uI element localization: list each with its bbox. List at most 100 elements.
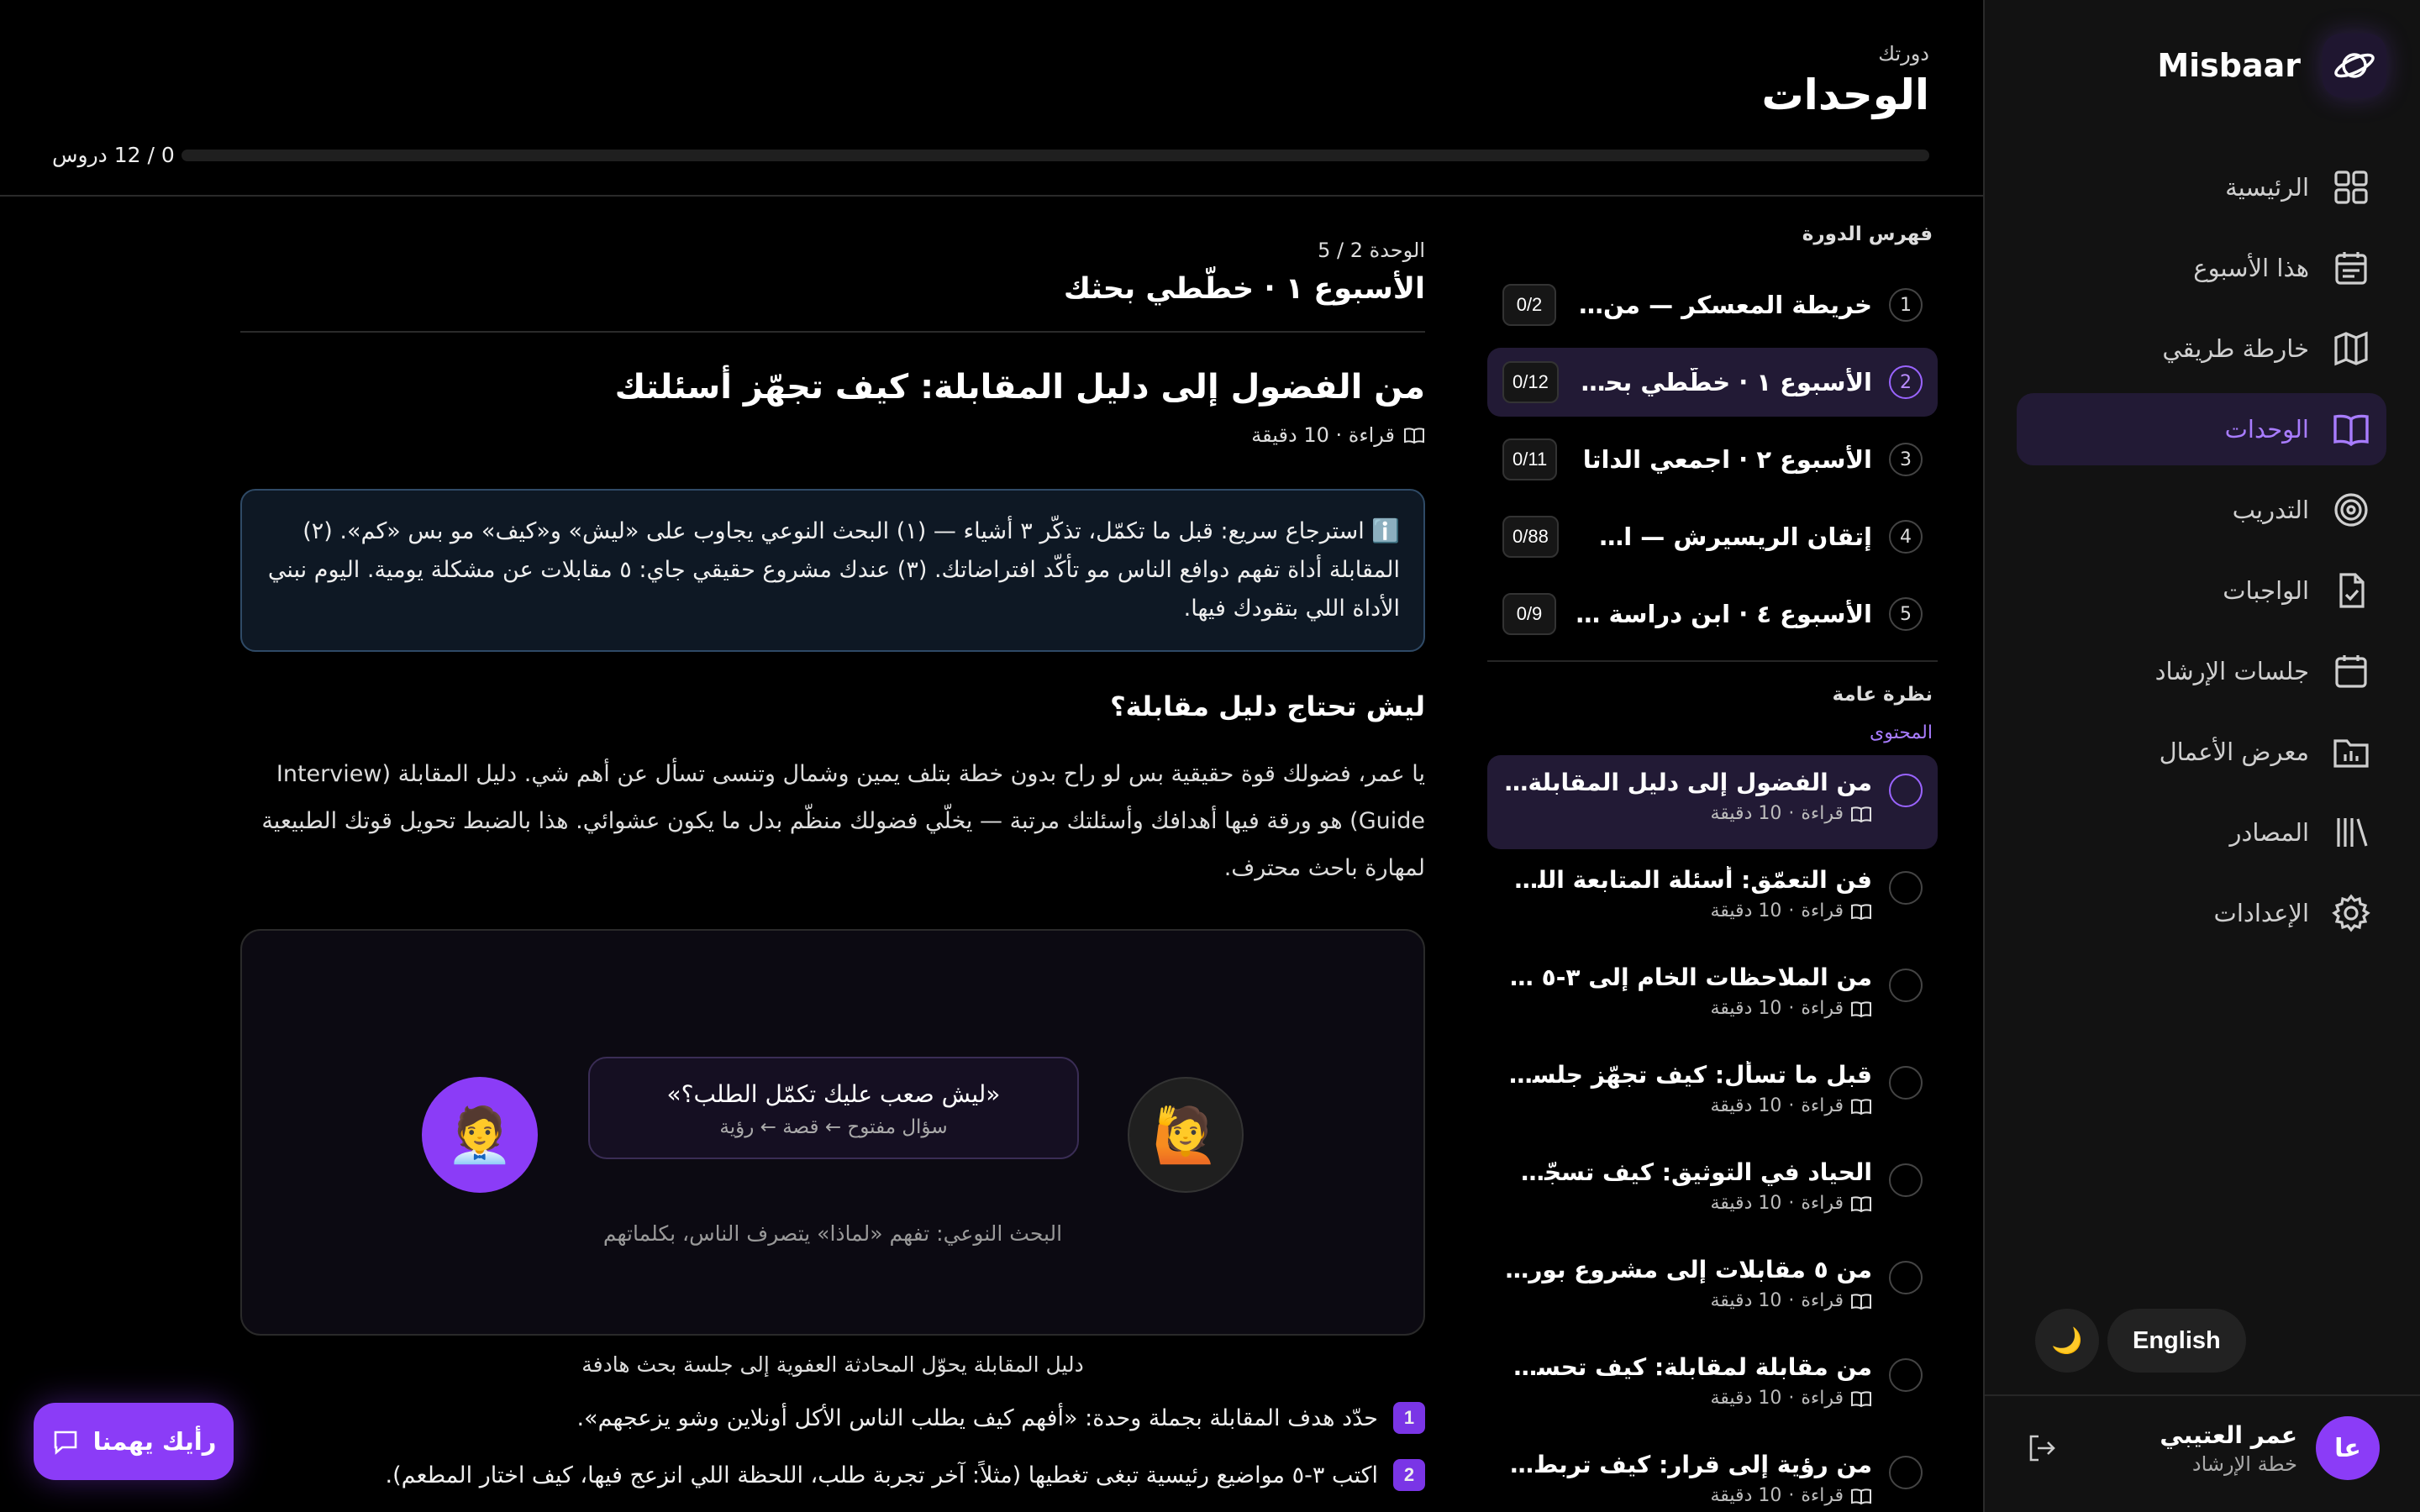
logout-icon[interactable] bbox=[2025, 1431, 2059, 1465]
unit-item[interactable]: 5 الأسبوع ٤ · ابنِ دراسة الحالة 0/9 bbox=[1487, 580, 1938, 648]
book-icon bbox=[1851, 1293, 1871, 1310]
nav-item-mentoring[interactable]: جلسات الإرشاد bbox=[2017, 635, 2386, 707]
brand[interactable]: Misbaar bbox=[2157, 34, 2386, 97]
unit-number: 4 bbox=[1889, 520, 1923, 554]
nav-item-label: الوحدات bbox=[2224, 415, 2309, 444]
page-title: الوحدات bbox=[1761, 71, 1929, 119]
calendar-week-icon bbox=[2335, 252, 2367, 285]
illustration-caption: البحث النوعي: تفهم «لماذا» يتصرف الناس، … bbox=[602, 1221, 1063, 1246]
lesson-item-active[interactable]: من الفضول إلى دليل المقابلة: كيف تجهّز أ… bbox=[1487, 755, 1938, 849]
step-number: 2 bbox=[1393, 1459, 1425, 1491]
unit-number: 5 bbox=[1889, 597, 1923, 631]
lesson-heading: من الفضول إلى دليل المقابلة: كيف تجهّز أ… bbox=[614, 368, 1425, 407]
lesson-status-circle bbox=[1889, 1163, 1923, 1197]
feedback-label: رأيك يهمنا bbox=[92, 1427, 217, 1456]
lesson-type: قراءة bbox=[1801, 1388, 1844, 1409]
lesson-status-circle bbox=[1889, 969, 1923, 1002]
nav-item-label: جلسات الإرشاد bbox=[2154, 657, 2309, 685]
nav-item-label: معرض الأعمال bbox=[2159, 738, 2309, 766]
lesson-content: الوحدة 2 / 5 الأسبوع ١ · خطّطي بحثك من ا… bbox=[240, 197, 1425, 1512]
lesson-type: قراءة bbox=[1801, 900, 1844, 921]
nav-item-units[interactable]: الوحدات bbox=[2017, 393, 2386, 465]
avatar: عا bbox=[2316, 1416, 2380, 1480]
nav-item-roadmap[interactable]: خارطة طريقي bbox=[2017, 312, 2386, 385]
unit-progress-count: 0/11 bbox=[1502, 438, 1558, 480]
unit-item-active[interactable]: 2 الأسبوع ١ · خطّطي بحثك 0/12 bbox=[1487, 348, 1938, 417]
meta-separator: · bbox=[1788, 1193, 1795, 1214]
lesson-type: قراءة bbox=[1801, 1095, 1844, 1116]
lesson-item[interactable]: قبل ما تسأل: كيف تجهّز جلسة المقابلة قرا… bbox=[1487, 1047, 1938, 1142]
feedback-button[interactable]: رأيك يهمنا bbox=[34, 1403, 234, 1480]
bubble-question: «ليش صعب عليك تكمّل الطلب؟» bbox=[666, 1080, 1001, 1108]
book-icon bbox=[1404, 428, 1424, 444]
unit-progress-count: 0/88 bbox=[1502, 516, 1559, 558]
unit-title: الأسبوع ١ · خطّطي بحثك bbox=[1575, 368, 1872, 396]
lesson-duration: 10 دقيقة bbox=[1710, 1485, 1782, 1506]
course-progress-text: 0 / 12 دروس bbox=[52, 143, 175, 167]
nav-item-training[interactable]: التدريب bbox=[2017, 474, 2386, 546]
book-icon bbox=[1851, 1098, 1871, 1115]
lesson-meta: قراءة · 10 دقيقة bbox=[1502, 1095, 1872, 1116]
course-index: فهرس الدورة 1 خريطة المعسكر — من رودماب … bbox=[1487, 197, 1938, 1512]
unit-item[interactable]: 3 الأسبوع ٢ · اجمعي الداتا 0/11 bbox=[1487, 425, 1938, 494]
map-icon bbox=[2334, 331, 2368, 366]
book-icon bbox=[2333, 414, 2369, 447]
preferences-row: 🌙 English bbox=[2035, 1309, 2246, 1373]
nav-item-home[interactable]: الرئيسية bbox=[2017, 151, 2386, 223]
unit-title: إتقان الريسيرش — استخراج الرؤى bbox=[1576, 522, 1872, 551]
unit-position-label: الوحدة 2 / 5 bbox=[1318, 239, 1425, 262]
language-toggle-button[interactable]: English bbox=[2107, 1309, 2246, 1373]
lesson-title: من ٥ مقابلات إلى مشروع بورتفوليو يوظّفك bbox=[1502, 1256, 1872, 1284]
nav-item-this-week[interactable]: هذا الأسبوع bbox=[2017, 232, 2386, 304]
lesson-type: قراءة bbox=[1801, 1193, 1844, 1214]
bubble-flow: سؤال مفتوح ← قصة ← رؤية bbox=[719, 1116, 948, 1138]
lesson-title: فن التعمّق: أسئلة المتابعة اللي تطلّع ال… bbox=[1502, 866, 1872, 894]
lesson-title: قبل ما تسأل: كيف تجهّز جلسة المقابلة bbox=[1502, 1061, 1872, 1089]
lesson-duration: 10 دقيقة bbox=[1710, 1388, 1782, 1409]
nav-item-label: الرئيسية bbox=[2225, 173, 2309, 202]
lesson-item[interactable]: من مقابلة لمقابلة: كيف تحسن أسئلتك قراءة… bbox=[1487, 1340, 1938, 1434]
lesson-duration: 10 دقيقة bbox=[1710, 998, 1782, 1019]
user-profile[interactable]: عا عمر العتيبي خطة الإرشاد bbox=[2160, 1416, 2380, 1480]
lesson-status-circle bbox=[1889, 1358, 1923, 1392]
sidebar: Misbaar الرئيسية هذا الأسبوع خارطة طريقي… bbox=[1983, 0, 2420, 1512]
step-item: 2 اكتب ٣-٥ مواضيع رئيسية تبغى تغطيها (مث… bbox=[240, 1459, 1425, 1491]
content-divider bbox=[240, 331, 1425, 333]
unit-number: 1 bbox=[1889, 288, 1923, 322]
overview-label[interactable]: نظرة عامة bbox=[1487, 684, 1933, 706]
lesson-item[interactable]: من ٥ مقابلات إلى مشروع بورتفوليو يوظّفك … bbox=[1487, 1242, 1938, 1336]
breadcrumb[interactable]: دورتك bbox=[1878, 42, 1929, 66]
lesson-read-meta: قراءة · 10 دقيقة bbox=[240, 423, 1425, 447]
moon-icon[interactable]: 🌙 bbox=[2035, 1309, 2099, 1373]
unit-progress-count: 0/12 bbox=[1502, 361, 1559, 403]
lesson-item[interactable]: من الملاحظات الخام إلى ٣-٥ رؤى: كيف تحلل… bbox=[1487, 950, 1938, 1044]
unit-item[interactable]: 1 خريطة المعسكر — من رودماب الهيئة إلى م… bbox=[1487, 270, 1938, 339]
book-icon bbox=[1851, 1488, 1871, 1504]
unit-item[interactable]: 4 إتقان الريسيرش — استخراج الرؤى 0/88 bbox=[1487, 502, 1938, 571]
nav-item-assignments[interactable]: الواجبات bbox=[2017, 554, 2386, 627]
sidebar-nav: الرئيسية هذا الأسبوع خارطة طريقي الوحدات… bbox=[2017, 151, 2386, 958]
meta-separator: · bbox=[1788, 1388, 1795, 1409]
unit-progress-count: 0/9 bbox=[1502, 593, 1556, 635]
nav-item-portfolio[interactable]: معرض الأعمال bbox=[2017, 716, 2386, 788]
interview-illustration: 🧑‍💼 «ليش صعب عليك تكمّل الطلب؟» سؤال مفت… bbox=[240, 929, 1425, 1336]
nav-item-label: خارطة طريقي bbox=[2162, 334, 2309, 363]
lesson-item[interactable]: الحياد في التوثيق: كيف تسجّل الملاحظات ق… bbox=[1487, 1145, 1938, 1239]
meta-separator: · bbox=[1788, 1485, 1795, 1506]
nav-item-label: هذا الأسبوع bbox=[2193, 254, 2309, 282]
unit-progress-count: 0/2 bbox=[1502, 284, 1556, 326]
nav-item-settings[interactable]: الإعدادات bbox=[2017, 877, 2386, 949]
planet-logo-icon bbox=[2323, 34, 2386, 97]
lesson-item[interactable]: فن التعمّق: أسئلة المتابعة اللي تطلّع ال… bbox=[1487, 853, 1938, 947]
meta-separator: · bbox=[1788, 998, 1795, 1019]
nav-item-resources[interactable]: المصادر bbox=[2017, 796, 2386, 869]
section-heading: ليش تحتاج دليل مقابلة؟ bbox=[1110, 690, 1425, 722]
lesson-title: من الفضول إلى دليل المقابلة: كيف تجهّز أ… bbox=[1502, 769, 1872, 796]
lesson-item[interactable]: من رؤية إلى قرار: كيف تربط النتائج قراءة… bbox=[1487, 1437, 1938, 1512]
nav-item-label: التدريب bbox=[2232, 496, 2309, 524]
participant-avatar-icon: 🙋 bbox=[1128, 1077, 1244, 1193]
lesson-meta: قراءة · 10 دقيقة bbox=[1502, 900, 1872, 921]
unit-title: خريطة المعسكر — من رودماب الهيئة إلى مشر… bbox=[1573, 291, 1872, 319]
book-icon bbox=[1851, 1000, 1871, 1017]
unit-number: 2 bbox=[1889, 365, 1923, 399]
